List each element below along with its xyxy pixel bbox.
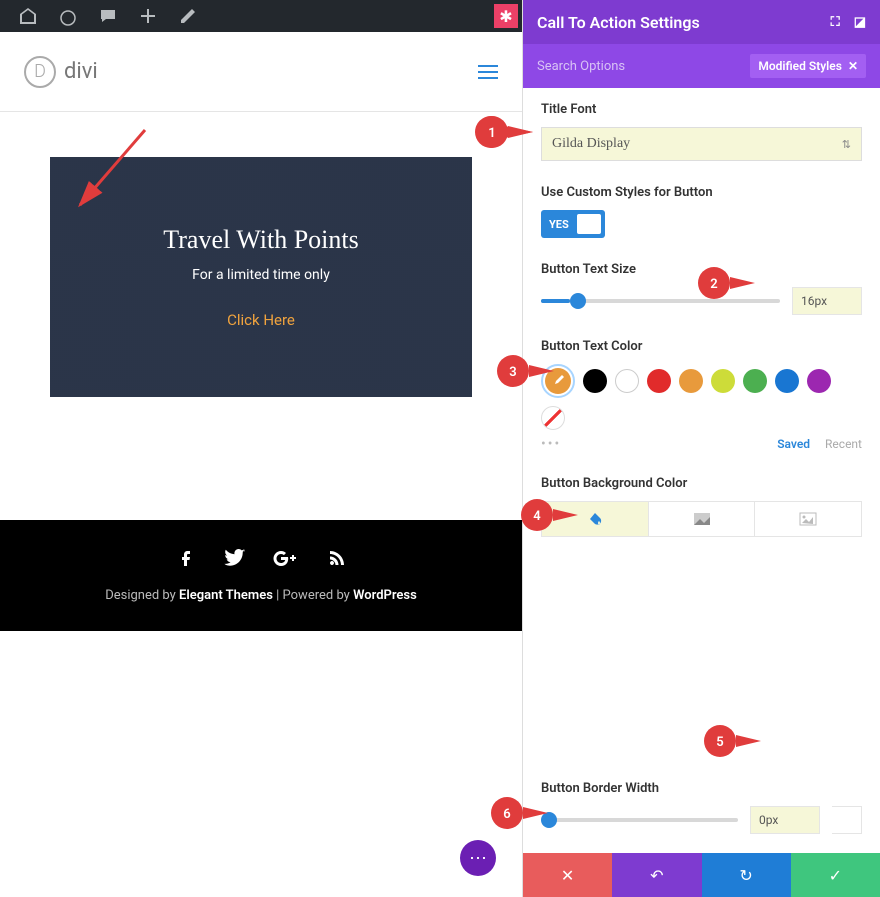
text-size-value[interactable]: 16px [792,287,862,315]
site-logo[interactable]: D divi [24,56,98,88]
bg-tab-color[interactable] [542,502,649,536]
panel-header: Call To Action Settings ⛶ ◪ [523,0,880,44]
swatch-black[interactable] [583,369,607,393]
swatch-white[interactable] [615,369,639,393]
site-header: D divi [0,32,522,112]
redo-button[interactable]: ↻ [702,853,791,897]
star-badge[interactable]: ✱ [494,4,518,28]
settings-panel: Call To Action Settings ⛶ ◪ Search Optio… [522,0,880,897]
swatch-red[interactable] [647,369,671,393]
panel-footer: ✕ ↶ ↻ ✓ [523,853,880,897]
plus-icon[interactable] [136,4,160,28]
bg-tab-gradient[interactable] [649,502,756,536]
swatch-blue[interactable] [775,369,799,393]
button-bg-label: Button Background Color [541,476,862,491]
custom-styles-toggle[interactable]: YES [541,210,605,238]
border-width-unit[interactable] [832,806,862,834]
twitter-icon[interactable] [223,548,245,574]
cta-module[interactable]: Travel With Points For a limited time on… [50,157,472,397]
wp-admin-bar: ✱ [0,0,522,32]
swatch-none[interactable] [541,406,565,430]
bg-color-tabs [541,501,862,537]
cta-button[interactable]: Click Here [227,311,295,329]
border-width-label: Button Border Width [541,781,862,796]
border-width-value[interactable]: 0px [750,806,820,834]
swatch-lime[interactable] [711,369,735,393]
menu-toggle[interactable] [478,65,498,79]
cta-subtitle: For a limited time only [192,267,330,283]
color-picker-button[interactable] [541,364,575,398]
swatch-orange[interactable] [679,369,703,393]
recent-tab[interactable]: Recent [825,437,862,451]
search-options-input[interactable]: Search Options [537,59,625,74]
text-size-slider[interactable] [541,299,780,303]
speedometer-icon[interactable] [56,4,80,28]
dashboard-icon[interactable] [16,4,40,28]
button-text-color-label: Button Text Color [541,339,862,354]
save-button[interactable]: ✓ [791,853,880,897]
modified-styles-tag[interactable]: Modified Styles✕ [750,54,866,78]
google-plus-icon[interactable] [273,548,299,574]
rss-icon[interactable] [327,548,347,574]
panel-search-bar: Search Options Modified Styles✕ [523,44,880,88]
expand-icon[interactable]: ⛶ [831,15,840,30]
title-font-label: Title Font [541,102,862,117]
logo-text: divi [64,59,98,84]
swatch-green[interactable] [743,369,767,393]
title-font-select[interactable]: Gilda Display [541,127,862,161]
bg-tab-image[interactable] [755,502,861,536]
cancel-button[interactable]: ✕ [523,853,612,897]
button-text-size-label: Button Text Size [541,262,862,277]
cta-title: Travel With Points [163,225,358,255]
facebook-icon[interactable] [175,548,195,574]
pencil-icon[interactable] [176,4,200,28]
divi-fab-button[interactable]: ⋯ [460,840,496,876]
saved-tab[interactable]: Saved [777,437,810,451]
snap-icon[interactable]: ◪ [854,15,866,30]
close-icon[interactable]: ✕ [848,59,858,73]
border-width-slider[interactable] [541,818,738,822]
swatch-purple[interactable] [807,369,831,393]
comment-icon[interactable] [96,4,120,28]
more-swatches-icon[interactable]: ••• [541,436,561,452]
panel-title: Call To Action Settings [537,13,700,32]
footer-credit: Designed by Elegant Themes | Powered by … [0,588,522,603]
site-footer: Designed by Elegant Themes | Powered by … [0,520,522,631]
custom-styles-label: Use Custom Styles for Button [541,185,862,200]
undo-button[interactable]: ↶ [612,853,701,897]
logo-mark: D [24,56,56,88]
